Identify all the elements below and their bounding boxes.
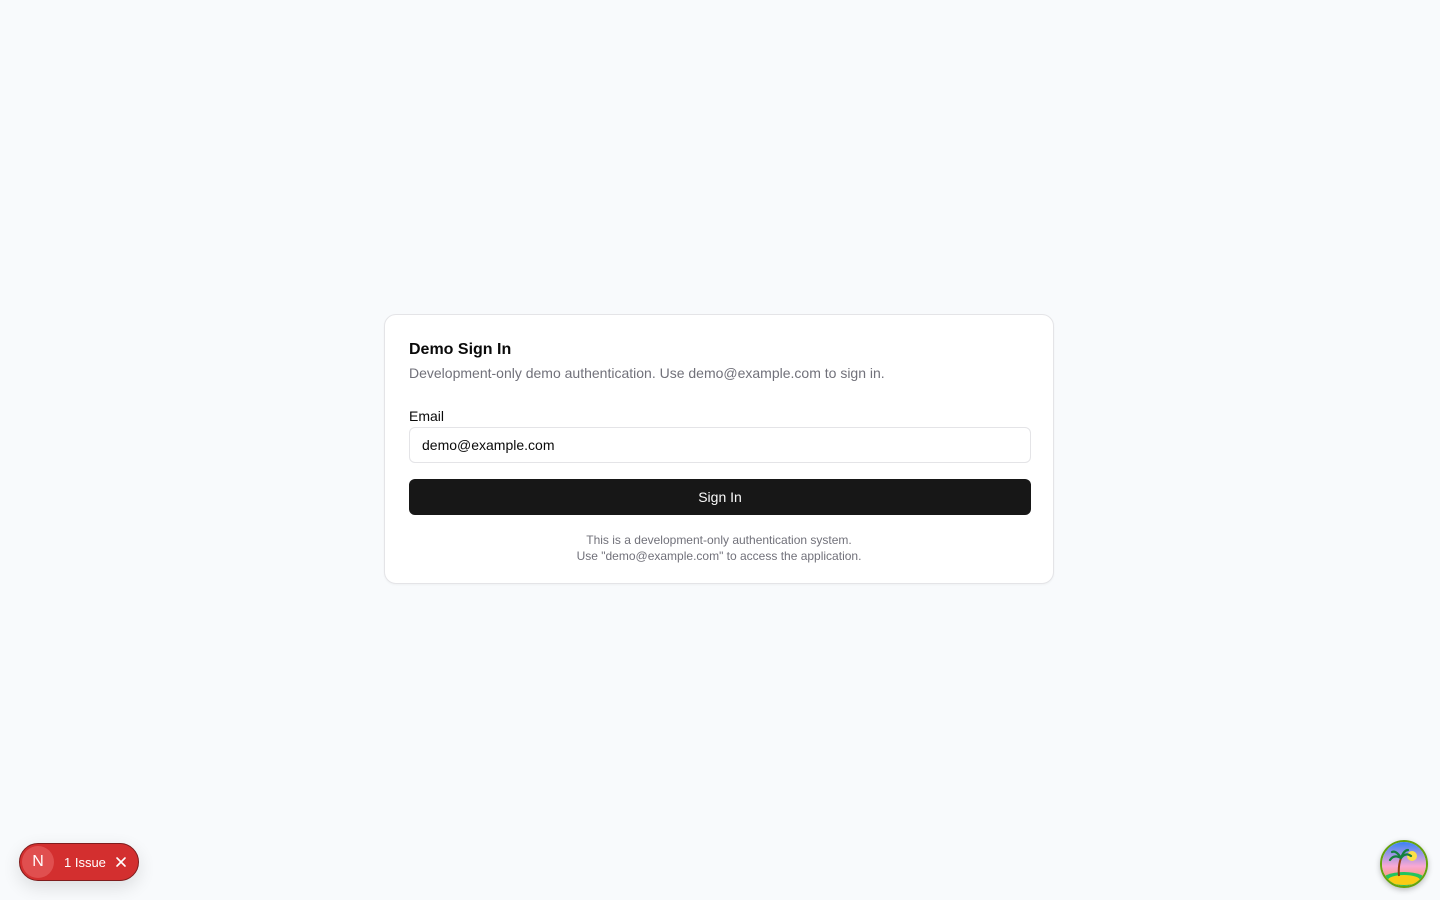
help-line-1: This is a development-only authenticatio… xyxy=(586,533,852,547)
page: Demo Sign In Development-only demo authe… xyxy=(0,0,1440,900)
signin-card: Demo Sign In Development-only demo authe… xyxy=(384,314,1054,584)
nextjs-logo-icon[interactable]: N xyxy=(22,846,54,878)
island-palm-tree-icon[interactable] xyxy=(1380,840,1428,888)
help-text: This is a development-only authenticatio… xyxy=(409,532,1029,564)
sign-in-button[interactable]: Sign In xyxy=(409,479,1031,515)
issue-count-label[interactable]: 1 Issue xyxy=(64,855,106,870)
logo-letter: N xyxy=(32,853,44,870)
dev-issues-badge[interactable]: N 1 Issue xyxy=(19,843,139,881)
close-icon[interactable] xyxy=(113,854,129,870)
email-label: Email xyxy=(409,408,445,424)
help-line-2: Use "demo@example.com" to access the app… xyxy=(576,549,862,563)
card-title: Demo Sign In xyxy=(409,341,512,358)
card-description: Development-only demo authentication. Us… xyxy=(409,365,885,381)
email-field[interactable] xyxy=(409,427,1031,463)
